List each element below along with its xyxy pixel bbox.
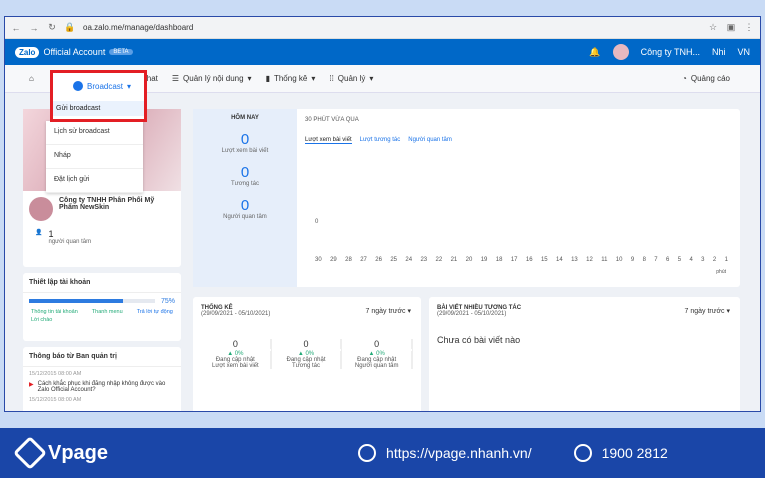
nav-stats[interactable]: ▮ Thống kê ▾ <box>266 74 316 83</box>
youtube-icon: ▶ <box>29 382 34 388</box>
vpage-footer: Vpage https://vpage.nhanh.vn/ 1900 2812 <box>0 428 765 478</box>
bell-icon[interactable]: 🔔 <box>589 47 600 58</box>
notice-link[interactable]: ▶ Cách khắc phục khi đăng nhập không được… <box>23 381 181 393</box>
tab-interactions[interactable]: Lượt tương tác <box>360 137 401 144</box>
broadcast-icon <box>73 81 83 91</box>
browser-toolbar: ← → ↻ 🔒 oa.zalo.me/manage/dashboard ☆ ▣ … <box>5 17 760 39</box>
app-header: Zalo Official Account BETA 🔔 Công ty TNH… <box>5 39 760 65</box>
broadcast-history-item[interactable]: Lịch sử broadcast <box>46 121 143 145</box>
stat-item: 0 ▲ 0% Đang cập nhật Lượt xem bài viết <box>201 339 272 369</box>
tab-views[interactable]: Lượt xem bài viết <box>305 137 352 144</box>
address-bar[interactable]: oa.zalo.me/manage/dashboard <box>83 23 700 32</box>
nav-broadcast[interactable]: Broadcast ▾ <box>53 73 144 91</box>
forward-icon[interactable]: → <box>29 23 39 33</box>
language-select[interactable]: VN <box>737 47 750 57</box>
user-menu[interactable]: Nhi <box>712 47 726 57</box>
schedule-item[interactable]: Đặt lịch gửi <box>46 169 143 193</box>
x-tick-label: 18 <box>495 257 503 263</box>
x-tick-label: 22 <box>435 257 443 263</box>
setup-progress <box>29 299 155 303</box>
x-tick-label: 25 <box>390 257 397 263</box>
send-broadcast-item[interactable]: Gửi broadcast <box>53 101 144 116</box>
x-tick-label: 23 <box>420 257 428 263</box>
x-tick-label: 8 <box>642 257 646 263</box>
x-tick-label: 27 <box>360 257 367 263</box>
x-tick-label: 29 <box>330 257 337 263</box>
back-icon[interactable]: ← <box>11 23 21 33</box>
company-logo <box>29 197 53 221</box>
x-tick-label: 14 <box>556 257 563 263</box>
x-tick-label: 24 <box>405 257 413 263</box>
x-tick-label: 9 <box>630 257 635 263</box>
x-tick-label: 28 <box>345 257 352 263</box>
x-tick-label: 26 <box>375 257 382 263</box>
x-tick-label: 17 <box>510 257 518 263</box>
nav-ads[interactable]: ◔ Quảng cáo <box>682 74 730 83</box>
x-tick-label: 2 <box>712 257 717 263</box>
notice-card: Thông báo từ Ban quản trị 15/12/2015 08:… <box>23 347 181 411</box>
avatar[interactable] <box>612 44 629 60</box>
nav-content[interactable]: ☰ Quản lý nội dung ▾ <box>172 74 252 83</box>
vpage-mark-icon <box>13 436 47 470</box>
broadcast-dropdown: Lịch sử broadcast Nháp Đặt lịch gửi <box>46 121 143 193</box>
company-name[interactable]: Công ty TNHH Phân Phối Mỹ Phẩm NewSkin <box>59 197 175 221</box>
x-tick-label: 4 <box>689 257 693 263</box>
today-panel: HÔM NAY 0 Lượt xem bài viết 0 Tương tác 0N… <box>193 109 297 287</box>
star-icon[interactable]: ☆ <box>708 22 718 33</box>
x-tick-label: 7 <box>654 257 658 263</box>
broadcast-highlight: Broadcast ▾ Gửi broadcast <box>50 70 147 122</box>
nav-manage[interactable]: ⁞⁞ Quản lý ▾ <box>329 74 373 83</box>
phone-link[interactable]: 1900 2812 <box>573 444 668 462</box>
globe-icon <box>358 444 377 462</box>
stat-item: 0 ▲ 0% Đang cập nhật Tương tác <box>272 339 343 369</box>
reload-icon[interactable]: ↻ <box>47 22 57 33</box>
x-tick-label: 11 <box>601 257 608 263</box>
x-tick-label: 20 <box>465 257 473 263</box>
chart-x-axis: 30 29 28 27 26 25 24 23 22 21 20 19 18 17 16 15 14 13 12 11… <box>315 257 728 263</box>
x-tick-label: 30 <box>315 257 322 263</box>
user-icon: 👤 <box>35 230 43 236</box>
posts-range-select[interactable]: 7 ngày trước ▾ <box>685 307 730 315</box>
extension-icon[interactable]: ▣ <box>726 22 736 33</box>
draft-item[interactable]: Nháp <box>46 145 143 169</box>
menu-dots-icon[interactable]: ⋮ <box>744 22 754 33</box>
tab-followers[interactable]: Người quan tâm <box>408 137 452 144</box>
x-tick-label: 16 <box>525 257 533 263</box>
x-tick-label: 5 <box>677 257 682 263</box>
lock-icon: 🔒 <box>64 22 76 32</box>
x-tick-label: 10 <box>615 257 623 263</box>
x-tick-label: 19 <box>480 257 488 263</box>
realtime-chart: 30 PHÚT VỪA QUA Lượt xem bài viết Lượt t… <box>305 117 728 275</box>
stats-range-select[interactable]: 7 ngày trước ▾ <box>366 307 411 315</box>
x-tick-label: 13 <box>571 257 578 263</box>
x-tick-label: 6 <box>666 257 670 263</box>
x-tick-label: 15 <box>540 257 548 263</box>
top-posts-panel: BÀI VIẾT NHIỀU TƯƠNG TÁC (29/09/2021 - 0… <box>429 297 740 411</box>
x-tick-label: 1 <box>724 257 728 263</box>
beta-badge: BETA <box>109 49 133 55</box>
setup-card: Thiết lập tài khoản 75% Thông tin tài kh… <box>23 273 181 341</box>
stats-panel: THỐNG KÊ (29/09/2021 - 05/10/2021) 7 ngà… <box>193 297 421 411</box>
x-tick-label: 3 <box>701 257 705 263</box>
phone-icon <box>573 444 592 462</box>
dashboard-main: HÔM NAY 0 Lượt xem bài viết 0 Tương tác 0N… <box>193 109 740 411</box>
x-tick-label: 21 <box>450 257 458 263</box>
vpage-logo[interactable]: Vpage <box>13 436 108 470</box>
stat-item: 0 ▲ 0% Đang cập nhật Người quan tâm <box>342 339 414 369</box>
x-tick-label: 12 <box>586 257 593 263</box>
browser-window: ← → ↻ 🔒 oa.zalo.me/manage/dashboard ☆ ▣ … <box>4 16 761 412</box>
website-link[interactable]: https://vpage.nhanh.vn/ <box>358 444 532 462</box>
zalo-logo[interactable]: Zalo Official Account BETA <box>15 46 133 58</box>
company-switcher[interactable]: Công ty TNH... <box>641 47 700 57</box>
